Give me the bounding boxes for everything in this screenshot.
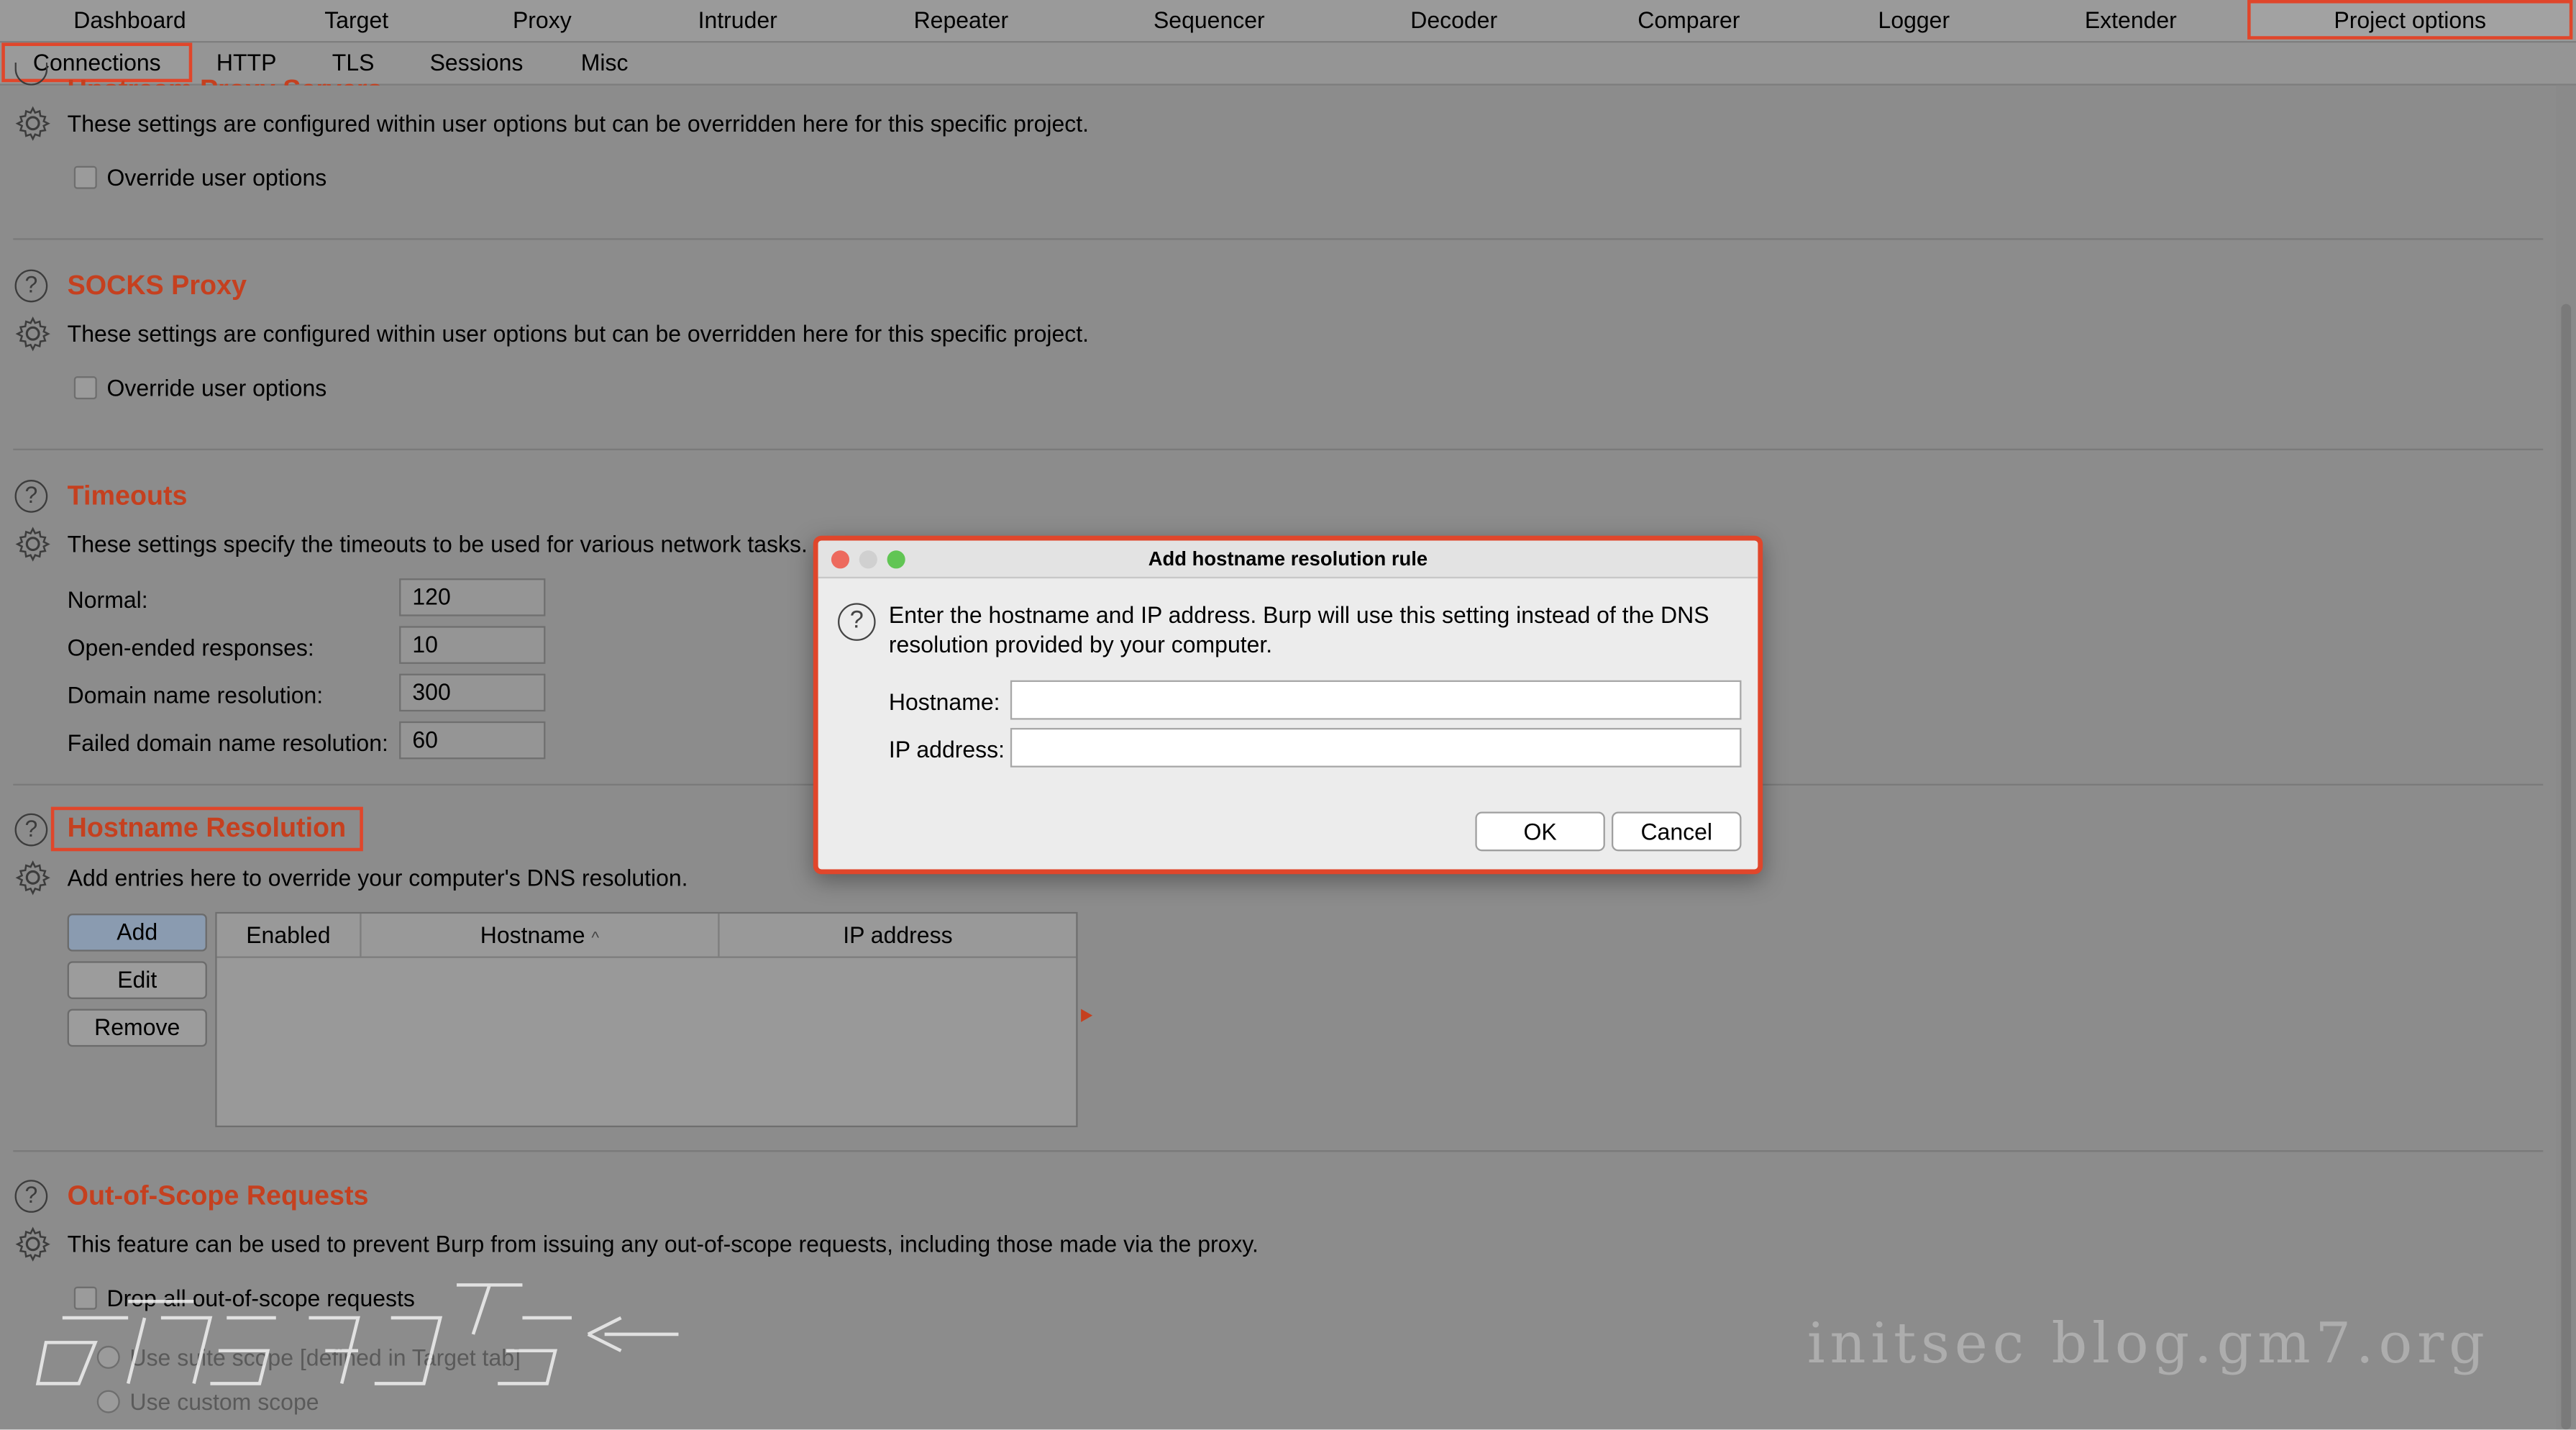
- column-header-hostname[interactable]: Hostname ^: [362, 914, 720, 957]
- hostname-label: Hostname:: [888, 688, 1000, 715]
- cancel-button[interactable]: Cancel: [1611, 811, 1742, 852]
- upstream-override-label: Override user options: [106, 164, 327, 191]
- socks-override-label: Override user options: [106, 374, 327, 401]
- zoom-window-icon[interactable]: [887, 550, 905, 569]
- tab-sequencer[interactable]: Sequencer: [1127, 0, 1291, 40]
- tab-logger[interactable]: Logger: [1848, 0, 1980, 40]
- gear-icon[interactable]: [15, 526, 51, 562]
- tab-decoder[interactable]: Decoder: [1380, 0, 1528, 40]
- subtab-misc[interactable]: Misc: [559, 42, 651, 82]
- out-of-scope-heading: Out-of-Scope Requests: [67, 1181, 369, 1211]
- tab-repeater[interactable]: Repeater: [887, 0, 1036, 40]
- watermark-logo: [35, 1283, 679, 1385]
- timeouts-description: These settings specify the timeouts to b…: [67, 530, 808, 557]
- timeout-failed-dns-label: Failed domain name resolution:: [67, 729, 388, 756]
- divider: [13, 238, 2544, 240]
- tab-project-options[interactable]: Project options: [2247, 0, 2573, 40]
- hostname-input[interactable]: [1010, 680, 1742, 720]
- add-hostname-rule-dialog: Add hostname resolution rule ? Enter the…: [813, 535, 1763, 875]
- gear-icon[interactable]: [15, 316, 51, 352]
- timeout-normal-field[interactable]: 120: [399, 578, 546, 616]
- remove-entry-button[interactable]: Remove: [67, 1008, 207, 1047]
- help-icon[interactable]: ?: [14, 813, 48, 847]
- column-header-enabled[interactable]: Enabled: [217, 914, 362, 957]
- ok-button[interactable]: OK: [1475, 811, 1605, 852]
- divider: [13, 1150, 2544, 1152]
- divider: [13, 448, 2544, 450]
- upstream-description: These settings are configured within use…: [67, 110, 1090, 137]
- timeouts-heading: Timeouts: [67, 481, 188, 511]
- tab-intruder[interactable]: Intruder: [664, 0, 812, 40]
- timeout-failed-dns-field[interactable]: 60: [399, 721, 546, 760]
- watermark-text: initsec blog.gm7.org: [1807, 1311, 2490, 1377]
- burp-window: Dashboard Target Proxy Intruder Repeater…: [0, 0, 2576, 1430]
- top-tab-bar: Dashboard Target Proxy Intruder Repeater…: [0, 0, 2576, 43]
- sub-tab-bar: Connections HTTP TLS Sessions Misc: [0, 42, 2576, 86]
- gear-icon[interactable]: [15, 105, 51, 141]
- tab-extender[interactable]: Extender: [2057, 0, 2205, 40]
- question-icon: ?: [838, 603, 876, 641]
- socks-override-checkbox[interactable]: [73, 376, 97, 400]
- help-icon[interactable]: ?: [14, 269, 48, 303]
- tab-target[interactable]: Target: [283, 0, 431, 40]
- dialog-title-bar[interactable]: Add hostname resolution rule: [818, 540, 1758, 579]
- close-window-icon[interactable]: [831, 550, 850, 569]
- tab-proxy[interactable]: Proxy: [476, 0, 608, 40]
- timeout-normal-label: Normal:: [67, 586, 148, 614]
- minimize-window-icon[interactable]: [859, 550, 877, 569]
- socks-description: These settings are configured within use…: [67, 320, 1090, 347]
- hostname-resolution-description: Add entries here to override your comput…: [67, 864, 688, 891]
- edit-entry-button[interactable]: Edit: [67, 961, 207, 999]
- ip-address-input[interactable]: [1010, 727, 1742, 768]
- subtab-sessions[interactable]: Sessions: [411, 42, 542, 82]
- timeout-dns-label: Domain name resolution:: [67, 682, 324, 709]
- gear-icon[interactable]: [15, 1226, 51, 1262]
- upstream-proxy-heading: Upstream Proxy Servers: [68, 65, 383, 86]
- socks-heading: SOCKS Proxy: [67, 270, 247, 301]
- help-icon[interactable]: ?: [14, 1180, 48, 1213]
- dialog-message: Enter the hostname and IP address. Burp …: [888, 601, 1709, 657]
- sort-ascending-icon: ^: [591, 929, 600, 949]
- gear-icon[interactable]: [15, 860, 51, 896]
- scrollbar-thumb[interactable]: [2561, 304, 2572, 1430]
- help-icon[interactable]: ?: [14, 480, 48, 513]
- tab-comparer[interactable]: Comparer: [1607, 0, 1771, 40]
- hostname-resolution-table[interactable]: Enabled Hostname ^ IP address: [215, 911, 1078, 1128]
- timeout-dns-field[interactable]: 300: [399, 673, 546, 712]
- timeout-open-ended-label: Open-ended responses:: [67, 634, 314, 661]
- hostname-resolution-heading: Hostname Resolution: [50, 806, 362, 852]
- tab-dashboard[interactable]: Dashboard: [40, 0, 220, 40]
- ip-address-label: IP address:: [888, 736, 1005, 762]
- timeout-open-ended-field[interactable]: 10: [399, 626, 546, 664]
- dialog-title: Add hostname resolution rule: [1148, 547, 1428, 570]
- out-of-scope-description: This feature can be used to prevent Burp…: [67, 1231, 1259, 1257]
- add-entry-button[interactable]: Add: [67, 914, 207, 952]
- upstream-override-checkbox[interactable]: [73, 165, 97, 189]
- header-divider: [216, 956, 1077, 958]
- column-header-hostname-label: Hostname: [480, 921, 585, 949]
- caret-right-icon: [1081, 1008, 1093, 1022]
- column-header-ip-address[interactable]: IP address: [720, 914, 1077, 956]
